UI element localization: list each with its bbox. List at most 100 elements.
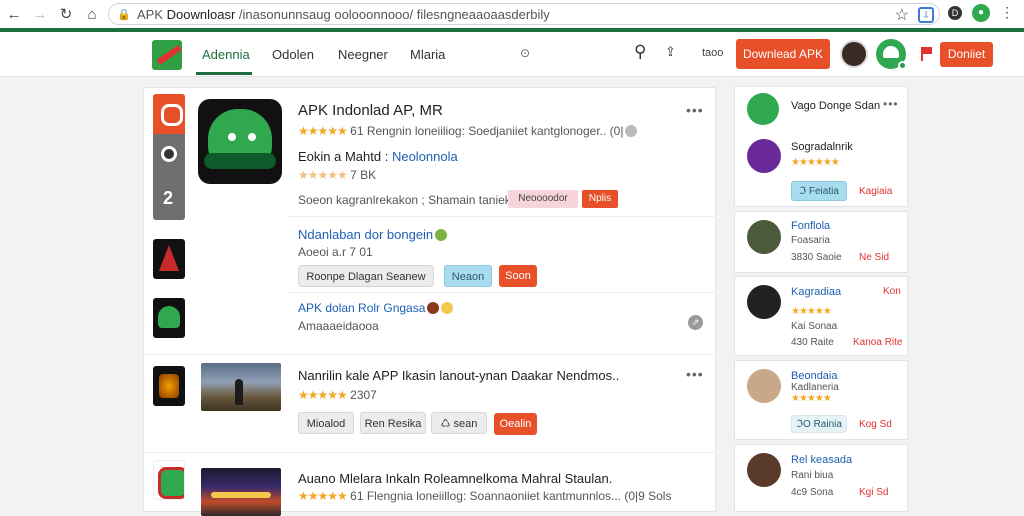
sidebar-card2-meta2: 3830 Saoie — [791, 252, 842, 263]
nav-item-2[interactable]: Odolen — [272, 47, 314, 62]
app-icon-wave — [204, 153, 276, 169]
sidebar-more-icon[interactable]: ••• — [883, 97, 899, 111]
sidebar-avatar-2[interactable] — [747, 220, 781, 254]
app2-meta: Aoeoi a.r 7 01 — [298, 245, 373, 259]
sidebar-card5-red[interactable]: Kgi Sd — [859, 487, 888, 498]
bookmark-star-icon[interactable]: ☆ — [895, 5, 909, 25]
emoji-icon — [427, 302, 440, 314]
app-icon-eye-right — [248, 133, 256, 141]
sidebar-avatar-4[interactable] — [747, 369, 781, 403]
app2-button-1[interactable]: Roonpe Dlagan Seanew — [298, 265, 434, 287]
sidebar-card3-red2[interactable]: Kon — [883, 286, 901, 297]
sidebar-card1-red[interactable]: Kagiaia — [859, 186, 892, 197]
app1-description: Soeon kagranlrekakon ; Shamain tanieka: — [298, 193, 521, 207]
sidebar-card4-red[interactable]: Kog Sd — [859, 419, 892, 430]
app2-button-3[interactable]: Soon — [499, 265, 537, 287]
sidebar-avatar-3[interactable] — [747, 285, 781, 319]
back-icon[interactable]: ← — [2, 2, 26, 26]
share-circle-icon[interactable]: ⇗ — [688, 315, 703, 330]
side-thumb-2[interactable] — [153, 298, 185, 338]
home-icon[interactable]: ⌂ — [80, 2, 104, 26]
app4-meta: 2307 — [350, 388, 377, 402]
app4-button-3[interactable]: ♺ sean — [431, 412, 487, 434]
sidebar-card4-title[interactable]: Beondaia — [791, 370, 838, 382]
app1-subtitle-link[interactable]: Neolonnola — [392, 149, 458, 164]
user-avatar[interactable] — [840, 40, 868, 68]
sidebar-card3-title[interactable]: Kagradiaa — [791, 286, 841, 298]
browser-menu-icon[interactable]: ⋮ — [1000, 4, 1014, 21]
app2-title[interactable]: Ndanlaban dor bongein — [298, 227, 448, 242]
app5-rating-row: ★★★★★ 61 Flengnia loneiillog: Soannaonii… — [298, 489, 671, 503]
sidebar-item1-title[interactable]: Vago Donge Sdan — [791, 100, 880, 112]
app-icon[interactable] — [198, 99, 282, 184]
emoji-icon — [625, 125, 638, 137]
sidebar-card3-red[interactable]: Kanoa Rite — [853, 337, 902, 348]
sidebar-card4-stars: ★★★★★ — [791, 393, 832, 404]
sidebar-app-icon-1[interactable] — [747, 93, 779, 125]
flag-icon[interactable] — [921, 47, 933, 61]
app4-more-icon[interactable]: ••• — [686, 366, 704, 382]
address-bar[interactable]: 🔒 APK Doownloasr /inasonunnsaug oolooonn… — [108, 3, 940, 25]
reload-icon[interactable]: ↻ — [54, 2, 78, 26]
extension-badge-icon[interactable]: D — [948, 6, 962, 20]
sidebar-item2-title[interactable]: Sogradalnrik — [791, 141, 853, 153]
sidebar-card3-meta2: 430 Raite — [791, 337, 834, 348]
app1-more-icon[interactable]: ••• — [686, 102, 704, 118]
app1-rating-row: ★★★★★ 61 Rengnin loneiiliog: Soedjaniiet… — [298, 124, 638, 138]
app1-tag-2[interactable]: Nplis — [582, 190, 618, 208]
emoji-icon — [435, 229, 448, 241]
side-thumb-1[interactable] — [153, 239, 185, 279]
download-button-2[interactable]: Doniiet — [940, 42, 993, 67]
url-text: APK Doownloasr /inasonunnsaug oolooonnoo… — [137, 6, 550, 22]
share-icon[interactable]: ⇪ — [665, 44, 676, 60]
small-search-icon[interactable]: ⊙ — [520, 46, 530, 60]
sidebar-card-5: Rel keasada Rani biua 4c9 Sona Kgi Sd — [734, 444, 908, 512]
header-small-text: taoo — [702, 47, 724, 59]
app4-rating-row: ★★★★★ 2307 — [298, 388, 377, 402]
sidebar-card3-stars: ★★★★★ — [791, 306, 832, 317]
sidebar-item2-stars: ★★★★★★ — [791, 157, 840, 168]
refresh-icon[interactable] — [153, 94, 185, 134]
nav-item-3[interactable]: Neegner — [338, 47, 388, 62]
profile-icon[interactable]: ● — [972, 4, 990, 22]
sidebar-card-2: Fonflola Foasaria 3830 Saoie Ne Sid — [734, 211, 908, 273]
sidebar-card5-title[interactable]: Rel keasada — [791, 454, 852, 466]
app1-rating-row-2: ★★★★★ 7 BK — [298, 168, 376, 182]
site-header: Adennia Odolen Neegner Mlaria ⊙ ⚲ ⇪ taoo… — [0, 32, 1024, 77]
sidebar-avatar-5[interactable] — [747, 453, 781, 487]
app5-meta: 61 Flengnia loneiillog: Soannaoniiet kan… — [350, 489, 672, 503]
app4-button-4[interactable]: Oealin — [494, 413, 537, 435]
sidebar-card2-title[interactable]: Fonflola — [791, 220, 830, 232]
divider — [288, 292, 714, 293]
app1-meta-2: 7 BK — [350, 168, 377, 182]
sidebar-card1-button[interactable]: ℑ Feiatia — [791, 181, 847, 201]
number-icon[interactable]: 2 — [163, 188, 173, 209]
online-dot — [898, 61, 907, 70]
app1-title[interactable]: APK Indonlad AP, MR — [298, 102, 443, 119]
app3-title[interactable]: APK dolan Rolr Gngasa — [298, 301, 454, 315]
app1-tag-1[interactable]: Neoooodor — [508, 190, 578, 208]
app4-button-2[interactable]: Ren Resika — [360, 412, 426, 434]
sidebar-card4-button[interactable]: ℑO Rainia — [791, 415, 847, 433]
extension-icon[interactable]: ⇩ — [918, 7, 934, 23]
side-thumb-4[interactable] — [153, 460, 185, 500]
app-avatar[interactable] — [876, 39, 907, 70]
download-apk-button[interactable]: Downlead APK — [736, 39, 830, 69]
app2-button-2[interactable]: Neaon — [444, 265, 492, 287]
forward-icon[interactable]: → — [28, 2, 52, 26]
site-logo[interactable] — [152, 40, 182, 70]
app4-thumbnail[interactable] — [201, 363, 281, 411]
nav-item-1[interactable]: Adennia — [202, 47, 250, 62]
nav-item-4[interactable]: Mlaria — [410, 47, 445, 62]
app4-button-1[interactable]: Mioalod — [298, 412, 354, 434]
app5-thumbnail[interactable] — [201, 468, 281, 516]
app4-title[interactable]: Nanrilin kale APP Ikasin lanout-ynan Daa… — [298, 368, 619, 383]
sidebar-app-icon-2[interactable] — [747, 139, 781, 173]
app-icon-eye-left — [228, 133, 236, 141]
sidebar-card2-red[interactable]: Ne Sid — [859, 252, 889, 263]
record-icon[interactable] — [161, 146, 177, 162]
sidebar-card5-meta: Rani biua — [791, 470, 834, 481]
search-icon[interactable]: ⚲ — [634, 42, 646, 62]
side-thumb-3[interactable] — [153, 366, 185, 406]
app5-title[interactable]: Auano Mlelara Inkaln Roleamnelkoma Mahra… — [298, 471, 612, 486]
